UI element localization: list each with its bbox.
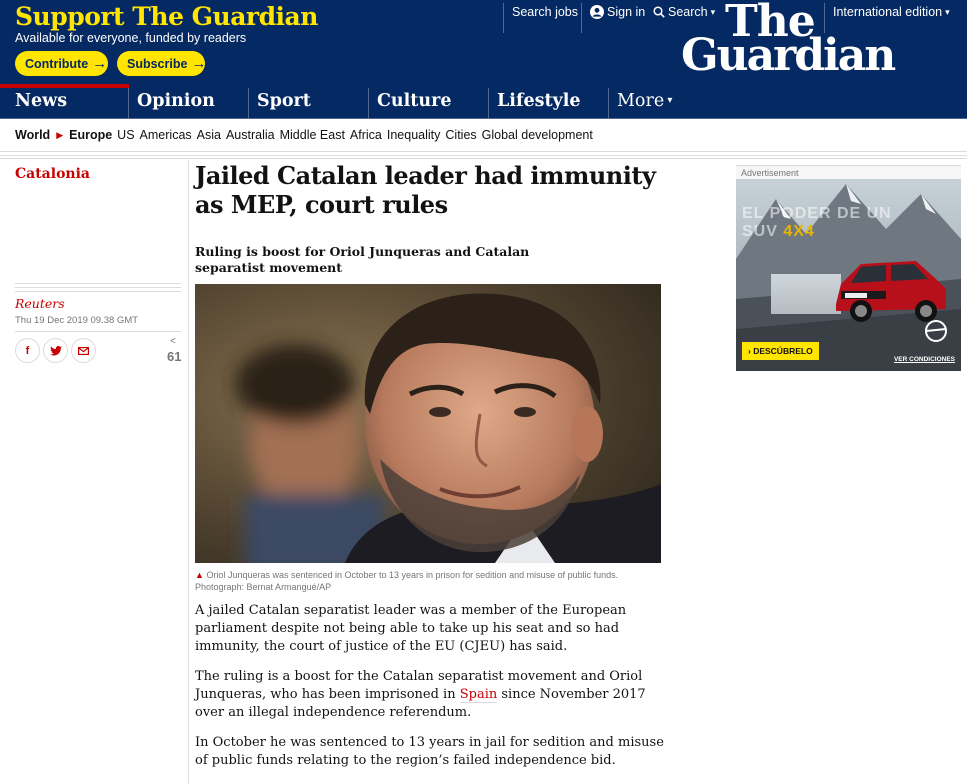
article-paragraph-3: In October he was sentenced to 13 years … xyxy=(195,735,664,768)
arrow-right-icon: → xyxy=(191,55,207,72)
email-icon xyxy=(78,346,89,355)
pillar-lifestyle[interactable]: Lifestyle xyxy=(488,88,609,119)
sign-in-label: Sign in xyxy=(607,5,646,19)
subnav-us[interactable]: US xyxy=(117,128,134,142)
search-jobs-link[interactable]: Search jobs xyxy=(512,5,578,19)
search-icon xyxy=(653,6,665,18)
twitter-icon xyxy=(49,345,62,355)
guardian-logo[interactable]: The Guardian xyxy=(681,0,911,84)
user-icon xyxy=(590,5,604,19)
pillar-opinion[interactable]: Opinion xyxy=(128,88,249,119)
caption-text: Oriol Junqueras was sentenced in October… xyxy=(195,570,619,592)
article-standfirst: Ruling is boost for Oriol Junqueras and … xyxy=(195,244,530,275)
advertisement[interactable]: EL PODER DE UN SUV 4X4 › DESCÚBRELO VER … xyxy=(736,179,961,371)
ad-headline-line-1: EL PODER DE UN xyxy=(742,205,892,222)
ad-headline-4x4: 4X4 xyxy=(783,223,815,240)
triangle-right-icon: ▶ xyxy=(56,129,64,140)
pillar-sport[interactable]: Sport xyxy=(248,88,369,119)
ad-headline: EL PODER DE UN SUV 4X4 xyxy=(742,205,892,241)
pillar-culture[interactable]: Culture xyxy=(368,88,489,119)
arrow-right-icon: → xyxy=(92,55,108,72)
support-subtitle: Available for everyone, funded by reader… xyxy=(15,31,247,45)
subnav-world[interactable]: World xyxy=(15,128,50,142)
subscribe-button[interactable]: Subscribe → xyxy=(117,51,207,76)
photo-caption: ▲ Oriol Junqueras was sentenced in Octob… xyxy=(195,569,645,593)
contribute-label: Contribute xyxy=(25,56,89,71)
chevron-down-icon: ▾ xyxy=(664,95,673,106)
masthead: Support The Guardian Available for every… xyxy=(0,0,967,88)
pillar-more[interactable]: More ▾ xyxy=(608,88,678,119)
subnav-americas[interactable]: Americas xyxy=(140,128,192,142)
twitter-share-button[interactable] xyxy=(43,338,68,363)
subscribe-label: Subscribe xyxy=(127,56,188,71)
advertisement-label: Advertisement xyxy=(736,165,961,179)
subnav-asia[interactable]: Asia xyxy=(197,128,221,142)
section-rule xyxy=(0,151,967,159)
article-paragraph-1: A jailed Catalan separatist leader was a… xyxy=(195,603,627,654)
pillar-nav: News Opinion Sport Culture Lifestyle Mor… xyxy=(0,84,967,119)
meta-rule xyxy=(15,283,181,293)
chevron-down-icon: ▾ xyxy=(945,6,950,17)
subnav-europe[interactable]: Europe xyxy=(69,128,112,142)
ad-headline-suv: SUV xyxy=(742,223,784,240)
section-label[interactable]: Catalonia xyxy=(15,166,90,182)
meta-divider xyxy=(15,331,181,332)
more-label: More xyxy=(617,91,665,111)
article-paragraph-2: The ruling is a boost for the Catalan se… xyxy=(195,668,665,722)
subnav-cities[interactable]: Cities xyxy=(445,128,476,142)
ad-headline-line-2: SUV 4X4 xyxy=(742,223,892,241)
column-divider xyxy=(188,160,189,784)
contribute-button[interactable]: Contribute → xyxy=(15,51,108,76)
photo-oriol-junqueras xyxy=(195,284,661,563)
email-share-button[interactable] xyxy=(71,338,96,363)
hero-photo[interactable] xyxy=(195,284,661,563)
publish-date: Thu 19 Dec 2019 09.38 GMT xyxy=(15,315,139,326)
article-headline: Jailed Catalan leader had immunity as ME… xyxy=(195,161,656,219)
facebook-share-button[interactable]: f xyxy=(15,338,40,363)
share-count: 61 xyxy=(167,349,182,364)
subnav-africa[interactable]: Africa xyxy=(350,128,382,142)
subnav-inequality[interactable]: Inequality xyxy=(387,128,441,142)
byline[interactable]: Reuters xyxy=(15,296,65,311)
share-icon: < xyxy=(170,336,176,347)
ad-terms-link[interactable]: VER CONDICIONES xyxy=(894,356,955,363)
logo-line-2: Guardian xyxy=(681,30,896,81)
sub-nav: World ▶ Europe US Americas Asia Australi… xyxy=(0,119,967,151)
divider xyxy=(503,3,504,33)
spain-link[interactable]: Spain xyxy=(459,687,498,703)
ad-discover-button[interactable]: › DESCÚBRELO xyxy=(742,342,819,360)
facebook-icon: f xyxy=(25,344,30,357)
search-jobs-label: Search jobs xyxy=(512,5,579,19)
subnav-middle-east[interactable]: Middle East xyxy=(280,128,345,142)
divider xyxy=(581,3,582,33)
pillar-news[interactable]: News xyxy=(0,84,129,119)
subnav-australia[interactable]: Australia xyxy=(226,128,275,142)
triangle-up-icon: ▲ xyxy=(195,570,204,580)
subnav-global-development[interactable]: Global development xyxy=(482,128,593,142)
sign-in-link[interactable]: Sign in xyxy=(590,5,645,19)
